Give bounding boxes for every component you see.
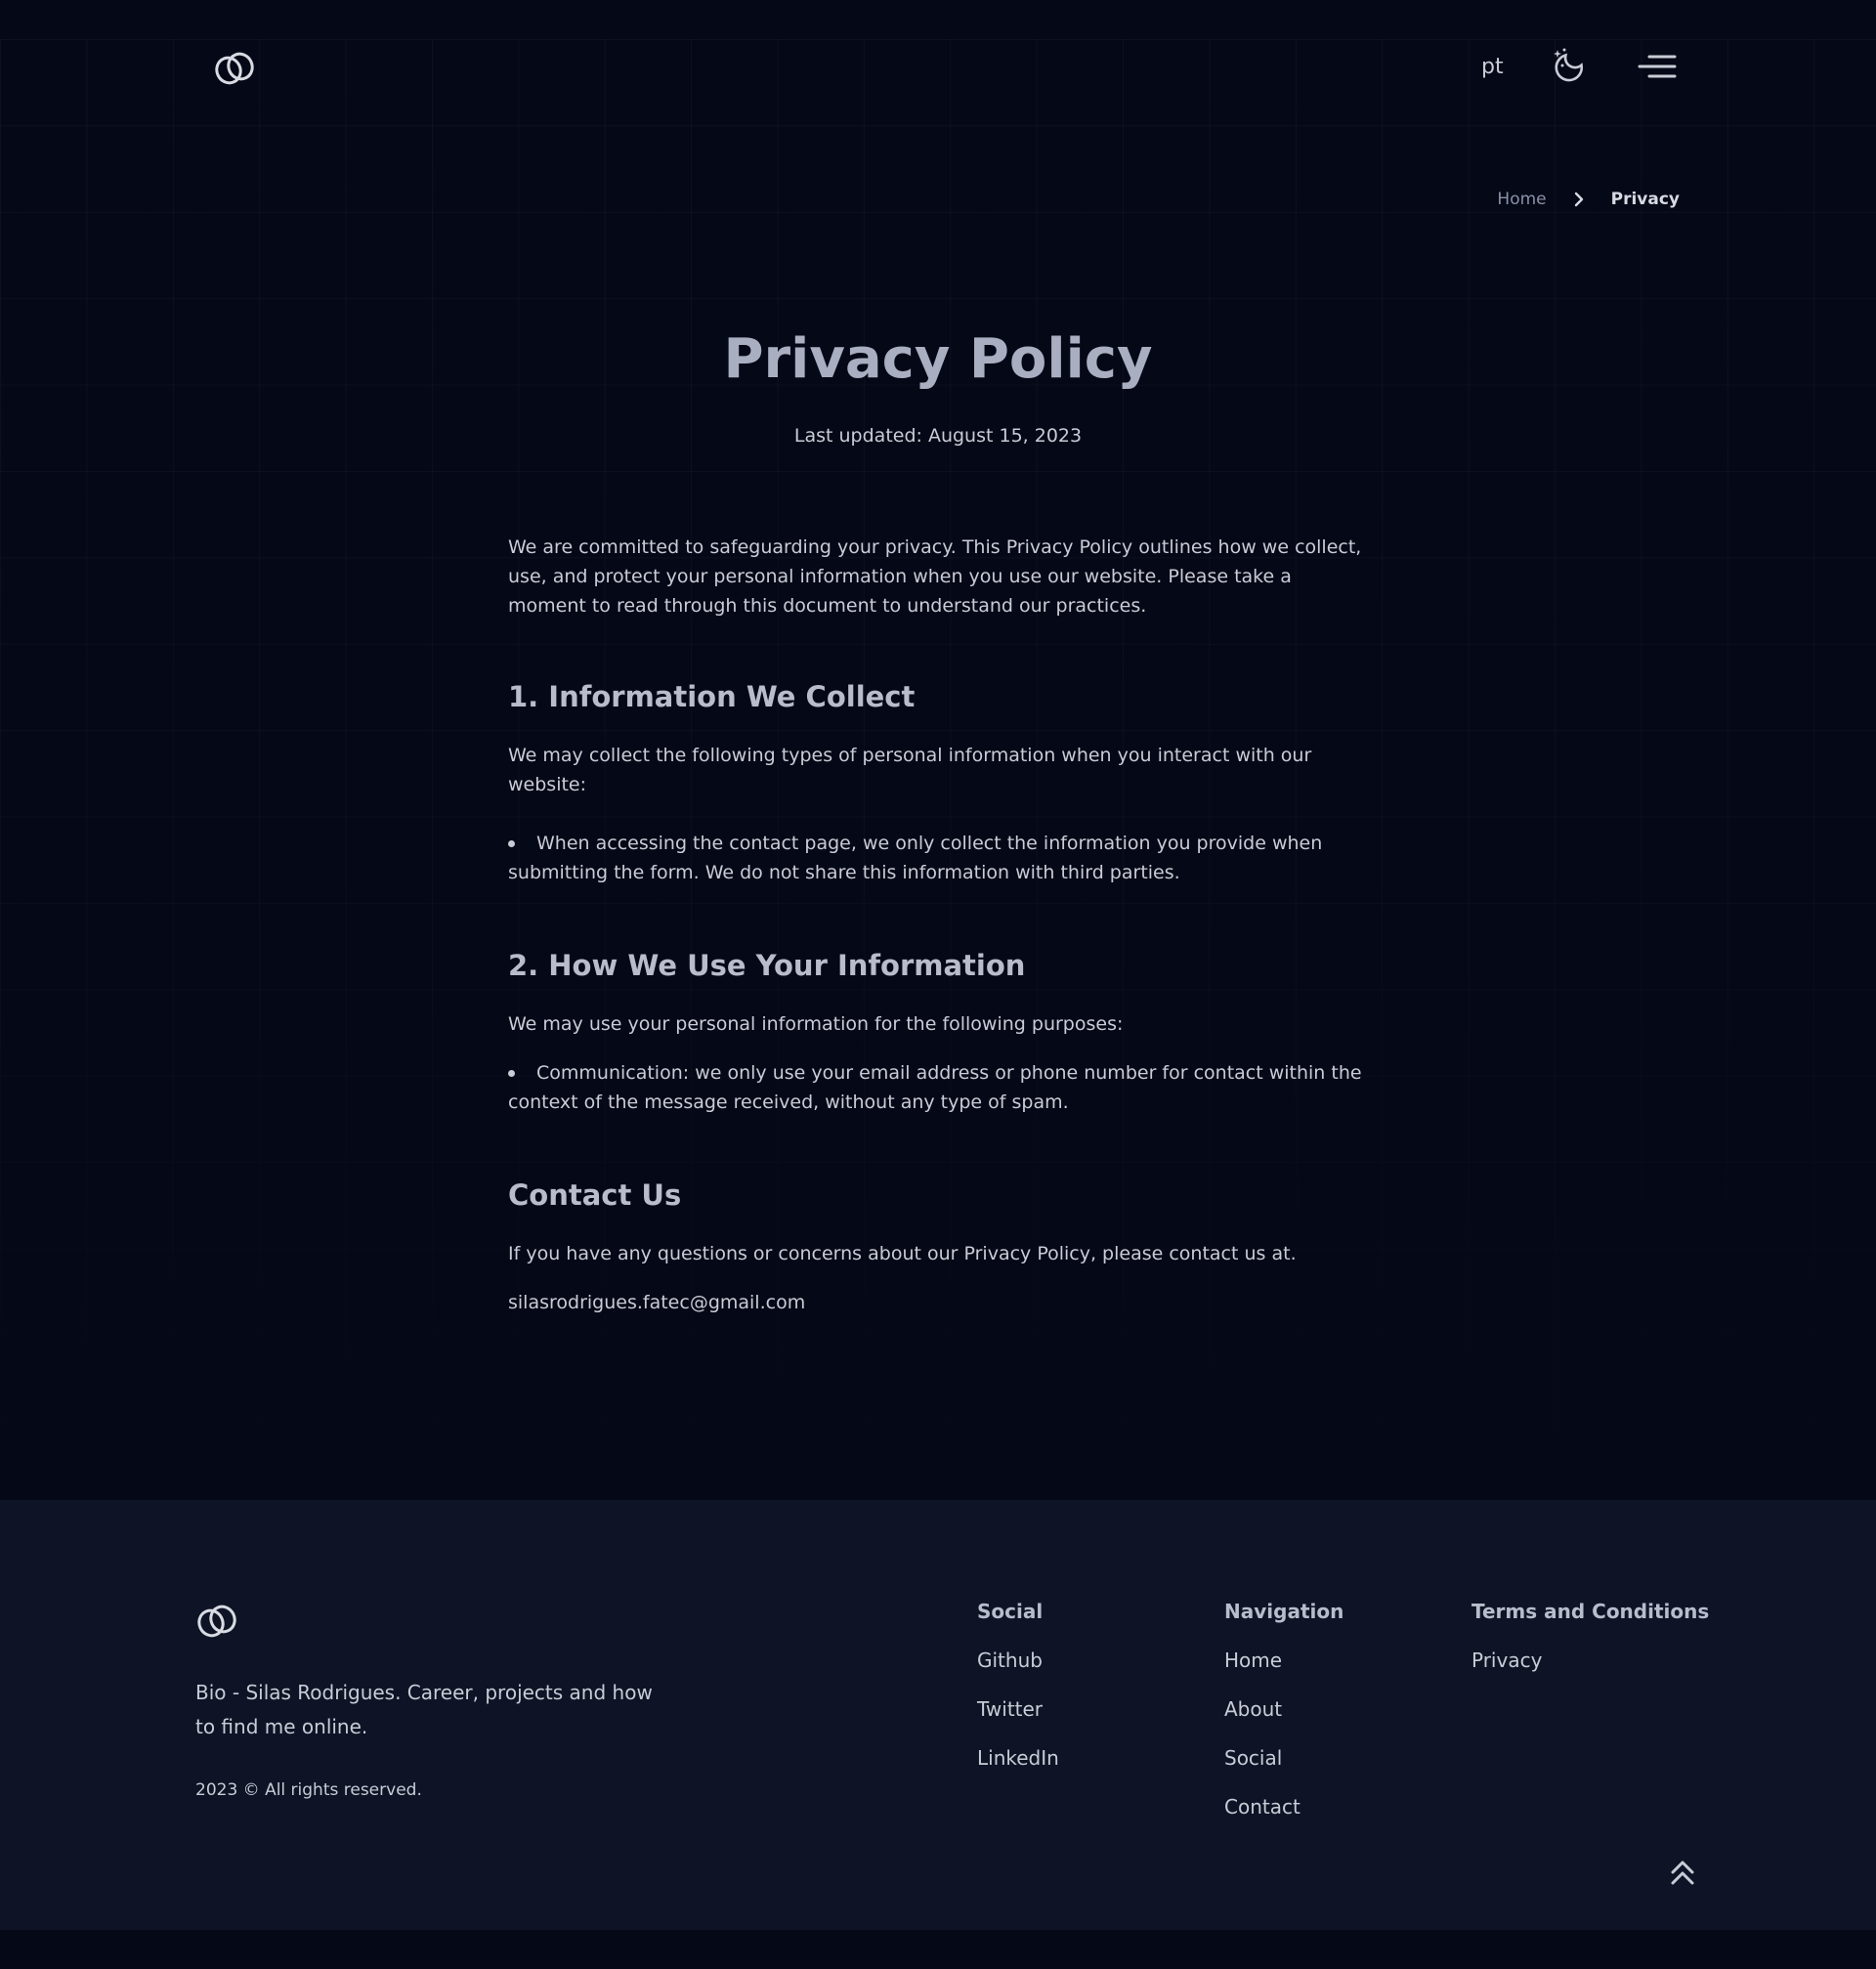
footer-link-github[interactable]: Github [977, 1648, 1059, 1697]
double-chevron-up-icon[interactable] [1668, 1859, 1697, 1888]
list-item: Communication: we only use your email ad… [508, 1058, 1373, 1117]
footer-column-title: Terms and Conditions [1471, 1600, 1710, 1623]
contact-email[interactable]: silasrodrigues.fatec@gmail.com [508, 1288, 1373, 1317]
footer-link-contact[interactable]: Contact [1224, 1795, 1343, 1844]
policy-article: We are committed to safeguarding your pr… [508, 533, 1373, 1317]
double-ring-logo-icon[interactable] [213, 49, 256, 88]
list-item-text-line: Communication: we only use your email ad… [536, 1062, 1362, 1084]
list-item-text-line: submitting the form. We do not share thi… [508, 862, 1180, 883]
breadcrumb: Home Privacy [1497, 190, 1680, 209]
section-heading: Contact Us [508, 1178, 682, 1212]
language-switch[interactable]: pt [1481, 55, 1504, 79]
intro-paragraph: We are committed to safeguarding your pr… [508, 536, 1362, 617]
footer-link-twitter[interactable]: Twitter [977, 1697, 1059, 1746]
list-item-text-line: context of the message received, without… [508, 1092, 1069, 1113]
breadcrumb-home-link[interactable]: Home [1497, 190, 1546, 209]
section-heading: 2. How We Use Your Information [508, 949, 1026, 982]
moon-stars-icon[interactable] [1550, 47, 1589, 86]
section-text: If you have any questions or concerns ab… [508, 1243, 1297, 1264]
footer-copyright: 2023 © All rights reserved. [195, 1780, 422, 1800]
page-title: Privacy Policy [723, 327, 1153, 391]
footer-link-about[interactable]: About [1224, 1697, 1343, 1746]
footer-column-social: Social Github Twitter LinkedIn [977, 1600, 1059, 1795]
footer-column-navigation: Navigation Home About Social Contact [1224, 1600, 1343, 1844]
breadcrumb-current: Privacy [1610, 190, 1680, 209]
double-ring-logo-icon[interactable] [195, 1602, 238, 1641]
footer-column-title: Social [977, 1600, 1044, 1623]
list-item: When accessing the contact page, we only… [508, 829, 1373, 887]
last-updated-text: Last updated: August 15, 2023 [793, 425, 1083, 447]
footer-link-privacy[interactable]: Privacy [1471, 1648, 1709, 1697]
bottom-strip [0, 1930, 1876, 1969]
footer-column-title: Navigation [1224, 1600, 1344, 1623]
footer-link-linkedin[interactable]: LinkedIn [977, 1746, 1059, 1795]
footer-link-social[interactable]: Social [1224, 1746, 1343, 1795]
site-header: pt Home Privacy [0, 0, 1876, 209]
chevron-right-icon [1574, 192, 1583, 207]
section-text: We may collect the following types of pe… [508, 745, 1312, 795]
list-item-text-line: When accessing the contact page, we only… [536, 833, 1323, 854]
section-text: We may use your personal information for… [508, 1013, 1124, 1035]
site-footer: Bio - Silas Rodrigues. Career, projects … [0, 1500, 1876, 1930]
section-heading: 1. Information We Collect [508, 680, 916, 713]
footer-column-terms: Terms and Conditions Privacy [1471, 1600, 1709, 1697]
hamburger-menu-icon[interactable] [1638, 53, 1677, 82]
footer-link-home[interactable]: Home [1224, 1648, 1343, 1697]
footer-bio: Bio - Silas Rodrigues. Career, projects … [195, 1681, 653, 1738]
